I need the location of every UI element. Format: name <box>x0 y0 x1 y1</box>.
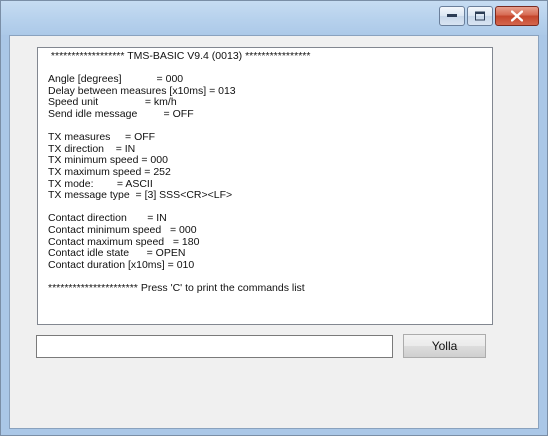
send-button[interactable]: Yolla <box>403 334 486 358</box>
close-button[interactable] <box>495 6 539 26</box>
maximize-icon <box>475 11 485 21</box>
app-window: ****************** TMS-BASIC V9.4 (0013)… <box>0 0 548 436</box>
window-controls <box>439 6 539 26</box>
minimize-icon <box>447 14 457 17</box>
command-input[interactable] <box>36 335 393 358</box>
console-line: TX measures = OFF <box>48 131 156 144</box>
console-line: Contact idle state = OPEN <box>48 247 186 260</box>
title-bar[interactable] <box>1 1 547 35</box>
console-output[interactable]: ****************** TMS-BASIC V9.4 (0013)… <box>37 47 493 325</box>
maximize-button[interactable] <box>467 6 493 26</box>
console-line: Contact duration [x10ms] = 010 <box>48 258 195 271</box>
minimize-button[interactable] <box>439 6 465 26</box>
console-line: ********************** Press 'C' to prin… <box>48 281 305 294</box>
console-line: ****************** TMS-BASIC V9.4 (0013)… <box>48 50 311 62</box>
console-line: TX maximum speed = 252 <box>48 165 171 178</box>
console-line: TX message type = [3] SSS<CR><LF> <box>48 189 233 202</box>
console-line: Send idle message = OFF <box>48 107 194 120</box>
close-icon <box>511 10 523 22</box>
console-line: Contact minimum speed = 000 <box>48 223 197 236</box>
